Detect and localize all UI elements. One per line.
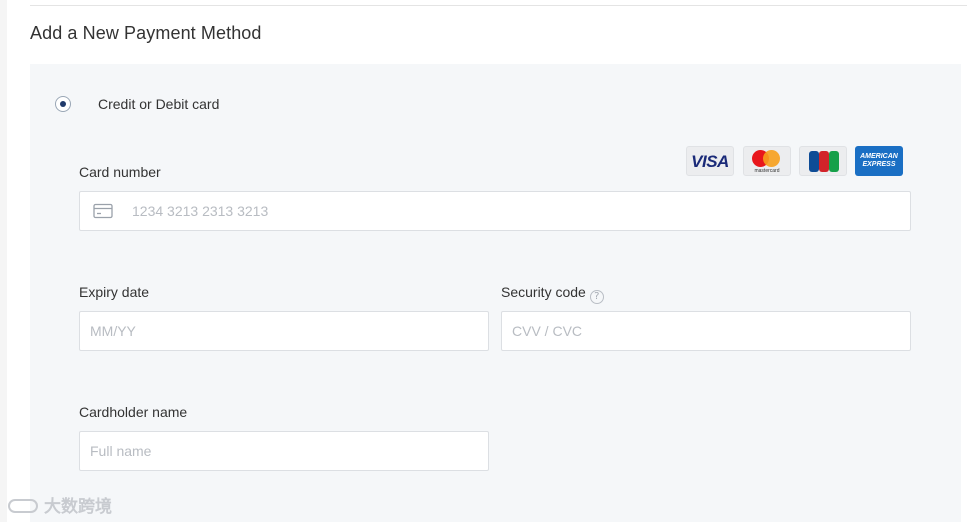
mastercard-logo-text: mastercard bbox=[754, 168, 780, 174]
expiry-date-field[interactable] bbox=[79, 311, 489, 351]
radio-selected-dot bbox=[59, 100, 66, 107]
help-icon[interactable]: ? bbox=[589, 290, 604, 304]
left-rail bbox=[0, 0, 7, 522]
watermark-text: 大数跨境 bbox=[44, 497, 112, 517]
mastercard-orange-circle bbox=[763, 150, 780, 167]
section-title: Add a New Payment Method bbox=[30, 23, 262, 43]
credit-card-icon bbox=[93, 203, 113, 219]
jcb-c-panel bbox=[819, 151, 829, 172]
jcb-j-panel bbox=[809, 151, 819, 172]
watermark: 大数跨境 bbox=[8, 492, 112, 517]
watermark-logo-icon bbox=[8, 499, 38, 513]
payment-method-page: Add a New Payment Method Credit or Debit… bbox=[0, 0, 967, 522]
credit-card-radio[interactable] bbox=[55, 96, 71, 112]
security-code-input[interactable] bbox=[512, 312, 902, 350]
security-code-label-row: Security code? bbox=[501, 284, 604, 304]
cardholder-name-field[interactable] bbox=[79, 431, 489, 471]
amex-logo-line1: AMERICAN bbox=[860, 153, 898, 160]
card-number-input[interactable] bbox=[132, 192, 892, 230]
credit-card-option-label[interactable]: Credit or Debit card bbox=[98, 96, 219, 112]
card-number-label: Card number bbox=[79, 164, 161, 180]
jcb-logo bbox=[799, 146, 847, 176]
expiry-date-input[interactable] bbox=[90, 312, 480, 350]
security-code-label: Security code bbox=[501, 284, 586, 300]
visa-logo-text: VISA bbox=[691, 152, 729, 171]
visa-logo: VISA bbox=[686, 146, 734, 176]
card-number-field[interactable] bbox=[79, 191, 911, 231]
cardholder-name-label: Cardholder name bbox=[79, 404, 188, 420]
jcb-b-panel bbox=[829, 151, 839, 172]
top-divider bbox=[30, 5, 967, 6]
amex-logo: AMERICAN EXPRESS bbox=[855, 146, 903, 176]
amex-logo-line2: EXPRESS bbox=[862, 161, 896, 168]
security-code-field[interactable] bbox=[501, 311, 911, 351]
expiry-date-label: Expiry date bbox=[79, 284, 150, 300]
cardholder-name-input[interactable] bbox=[90, 432, 480, 470]
mastercard-logo: mastercard bbox=[743, 146, 791, 176]
